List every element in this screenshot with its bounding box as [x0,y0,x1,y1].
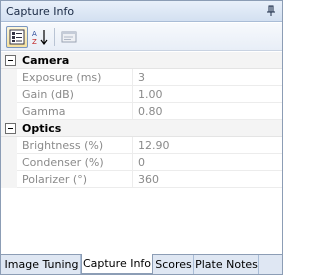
tab-capture-info[interactable]: Capture Info [81,254,153,274]
svg-text:A: A [32,30,37,38]
panel-title-bar[interactable]: Capture Info [1,1,282,22]
property-value[interactable]: 0 [138,156,145,169]
property-grid: Camera Exposure (ms) 3 Gain (dB) 1.00 Ga… [1,52,282,188]
property-name: Condenser (%) [22,156,104,169]
category-camera[interactable]: Camera [1,52,282,69]
property-row-condenser[interactable]: Condenser (%) 0 [1,154,282,171]
category-optics[interactable]: Optics [1,120,282,137]
property-name: Polarizer (°) [22,173,87,186]
tab-scores[interactable]: Scores [154,255,194,274]
categorized-view-button[interactable] [6,26,28,48]
svg-text:Z: Z [32,38,37,46]
property-value[interactable]: 0.80 [138,105,163,118]
property-row-brightness[interactable]: Brightness (%) 12.90 [1,137,282,154]
property-name: Gamma [22,105,66,118]
property-row-gain[interactable]: Gain (dB) 1.00 [1,86,282,103]
alphabetical-sort-button[interactable]: A Z [29,26,51,48]
property-pages-icon [61,31,77,43]
property-row-polarizer[interactable]: Polarizer (°) 360 [1,171,282,188]
property-name: Gain (dB) [22,88,74,101]
property-value[interactable]: 3 [138,71,145,84]
property-name: Brightness (%) [22,139,104,152]
property-row-exposure[interactable]: Exposure (ms) 3 [1,69,282,86]
tab-plate-notes[interactable]: Plate Notes [195,255,259,274]
tab-image-tuning[interactable]: Image Tuning [3,255,81,274]
category-label: Optics [22,122,62,135]
pin-icon[interactable] [264,4,278,18]
collapse-icon[interactable] [5,123,16,134]
property-row-gamma[interactable]: Gamma 0.80 [1,103,282,120]
panel-tab-strip: Image Tuning Capture Info Scores Plate N… [1,254,282,274]
property-value[interactable]: 1.00 [138,88,163,101]
property-value[interactable]: 12.90 [138,139,170,152]
capture-info-panel: Capture Info A Z Camera Exposure (ms) 3 … [0,0,283,275]
collapse-icon[interactable] [5,55,16,66]
categorized-view-icon [9,29,25,45]
category-label: Camera [22,54,70,67]
property-name: Exposure (ms) [22,71,102,84]
panel-title: Capture Info [6,5,75,18]
property-pages-button[interactable] [58,26,80,48]
property-value[interactable]: 360 [138,173,159,186]
toolbar-separator [54,28,55,46]
sort-az-icon: A Z [32,30,48,46]
property-grid-toolbar: A Z [1,23,282,51]
